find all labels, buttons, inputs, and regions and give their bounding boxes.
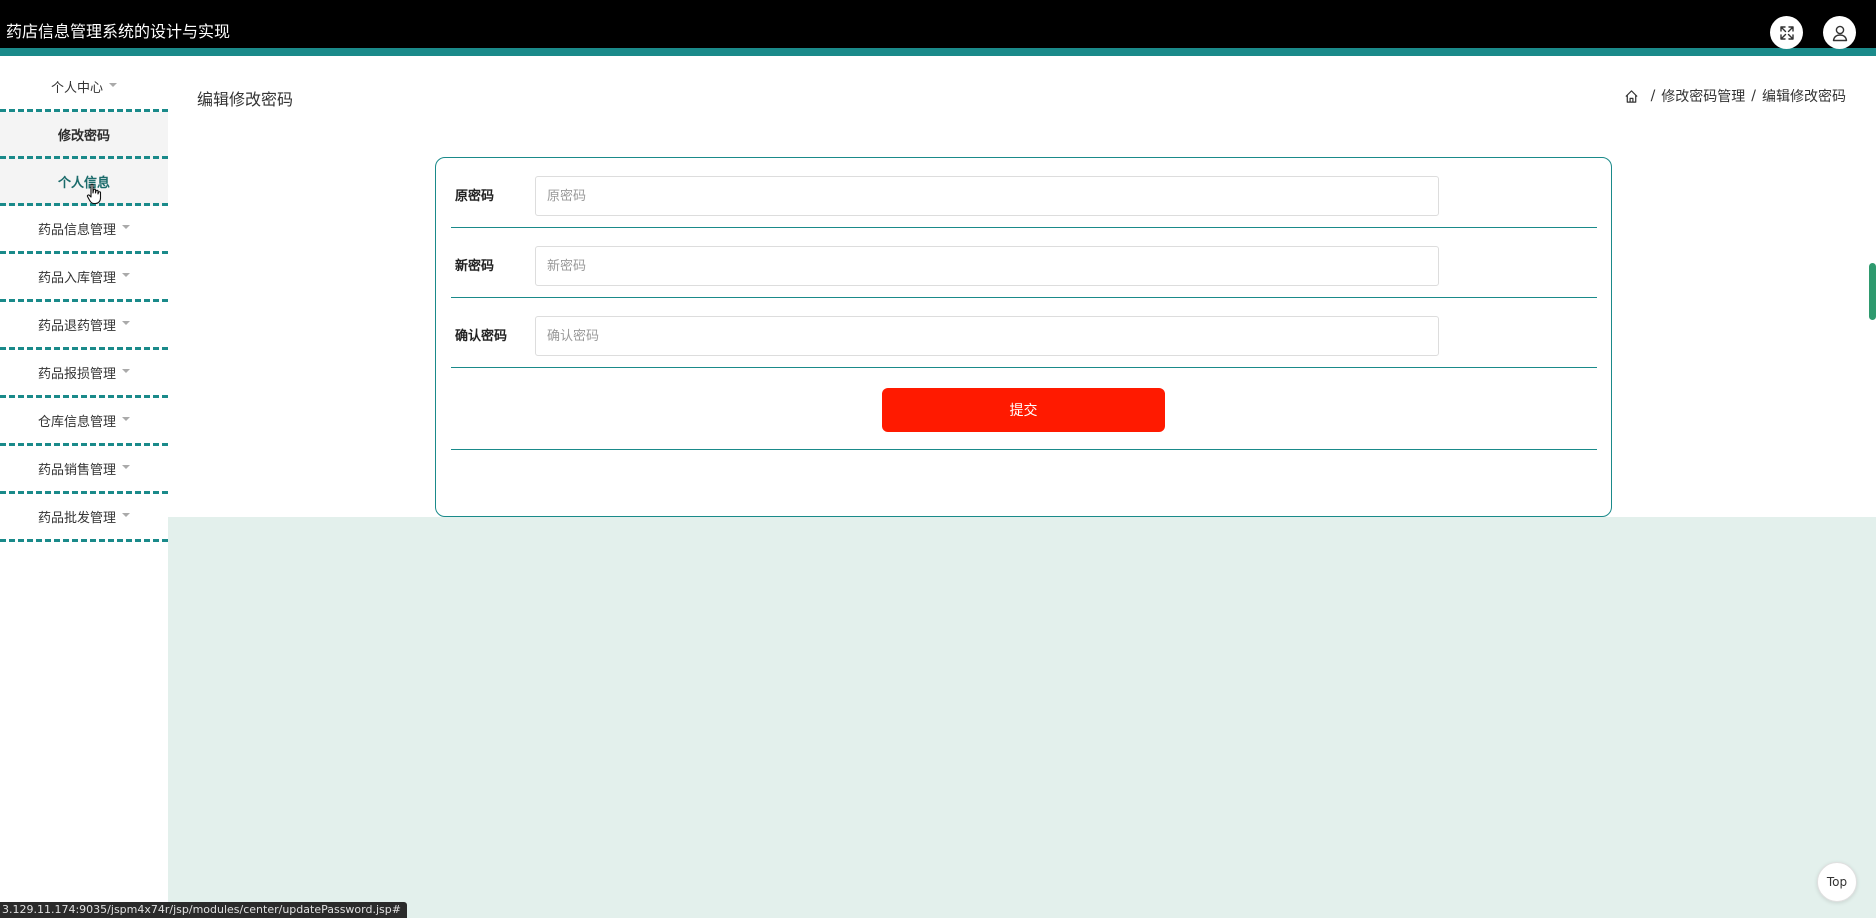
new-password-label: 新密码 <box>455 259 495 274</box>
page-title: 编辑修改密码 <box>197 90 294 109</box>
user-icon <box>1832 25 1847 41</box>
confirm-password-label: 确认密码 <box>455 329 508 344</box>
breadcrumb-separator: / <box>1650 88 1656 104</box>
app-title: 药店信息管理系统的设计与实现 <box>6 22 231 41</box>
new-password-input[interactable] <box>535 246 1439 286</box>
back-to-top-button[interactable]: Top <box>1817 862 1857 902</box>
hand-cursor-icon <box>86 183 102 205</box>
old-password-input[interactable] <box>535 176 1439 216</box>
sidebar-item-label: 修改密码 <box>57 128 110 144</box>
breadcrumb: / 修改密码管理 / 编辑修改密码 <box>1624 86 1846 106</box>
form-row-submit: 提交 <box>451 368 1597 450</box>
sidebar-item-label: 药品退药管理 <box>37 319 116 334</box>
form-row-confirm-password: 确认密码 <box>451 298 1597 368</box>
chevron-down-icon <box>109 82 117 87</box>
chevron-down-icon <box>122 512 130 517</box>
sidebar-item-drug-wholesale[interactable]: 药品批发管理 <box>0 494 168 542</box>
sidebar: 个人中心 修改密码 个人信息 药品信息管理 药品入库管理 药品退药管理 药品报损… <box>0 64 168 918</box>
old-password-label: 原密码 <box>455 189 495 204</box>
sidebar-item-label: 仓库信息管理 <box>37 415 116 430</box>
sidebar-item-drug-info[interactable]: 药品信息管理 <box>0 206 168 254</box>
content-background <box>168 517 1876 918</box>
sidebar-item-drug-stock-in[interactable]: 药品入库管理 <box>0 254 168 302</box>
form-row-old-password: 原密码 <box>451 158 1597 228</box>
sidebar-item-label: 药品报损管理 <box>37 367 116 382</box>
chevron-down-icon <box>122 320 130 325</box>
sidebar-item-personal-center[interactable]: 个人中心 <box>0 64 168 112</box>
chevron-down-icon <box>122 272 130 277</box>
sidebar-subitem-change-password[interactable]: 修改密码 <box>0 112 168 159</box>
sidebar-item-label: 个人中心 <box>50 81 103 96</box>
sidebar-item-label: 药品销售管理 <box>37 463 116 478</box>
confirm-password-input[interactable] <box>535 316 1439 356</box>
sidebar-item-drug-loss[interactable]: 药品报损管理 <box>0 350 168 398</box>
fullscreen-button[interactable] <box>1770 16 1803 49</box>
chevron-down-icon <box>122 464 130 469</box>
user-avatar-button[interactable] <box>1823 16 1856 49</box>
password-form-card: 原密码 新密码 确认密码 提交 <box>435 157 1612 517</box>
expand-icon <box>1779 25 1794 40</box>
breadcrumb-item-edit-password: 编辑修改密码 <box>1762 89 1846 105</box>
form-row-new-password: 新密码 <box>451 228 1597 298</box>
chevron-down-icon <box>122 416 130 421</box>
sidebar-item-drug-sales[interactable]: 药品销售管理 <box>0 446 168 494</box>
top-header: 药店信息管理系统的设计与实现 <box>0 0 1876 56</box>
sidebar-subitem-personal-info[interactable]: 个人信息 <box>0 159 168 206</box>
breadcrumb-item-password-management[interactable]: 修改密码管理 <box>1661 86 1745 106</box>
sidebar-item-warehouse-info[interactable]: 仓库信息管理 <box>0 398 168 446</box>
chevron-down-icon <box>122 368 130 373</box>
chevron-down-icon <box>122 224 130 229</box>
scrollbar-thumb[interactable] <box>1869 263 1876 320</box>
sidebar-item-label: 药品入库管理 <box>37 271 116 286</box>
sidebar-item-drug-return[interactable]: 药品退药管理 <box>0 302 168 350</box>
status-bar-url: 3.129.11.174:9035/jspm4x74r/jsp/modules/… <box>0 902 407 918</box>
submit-button[interactable]: 提交 <box>882 388 1165 432</box>
sidebar-item-label: 药品批发管理 <box>37 511 116 526</box>
breadcrumb-separator: / <box>1751 88 1756 104</box>
home-icon[interactable] <box>1624 89 1639 104</box>
sidebar-item-label: 药品信息管理 <box>37 223 116 238</box>
